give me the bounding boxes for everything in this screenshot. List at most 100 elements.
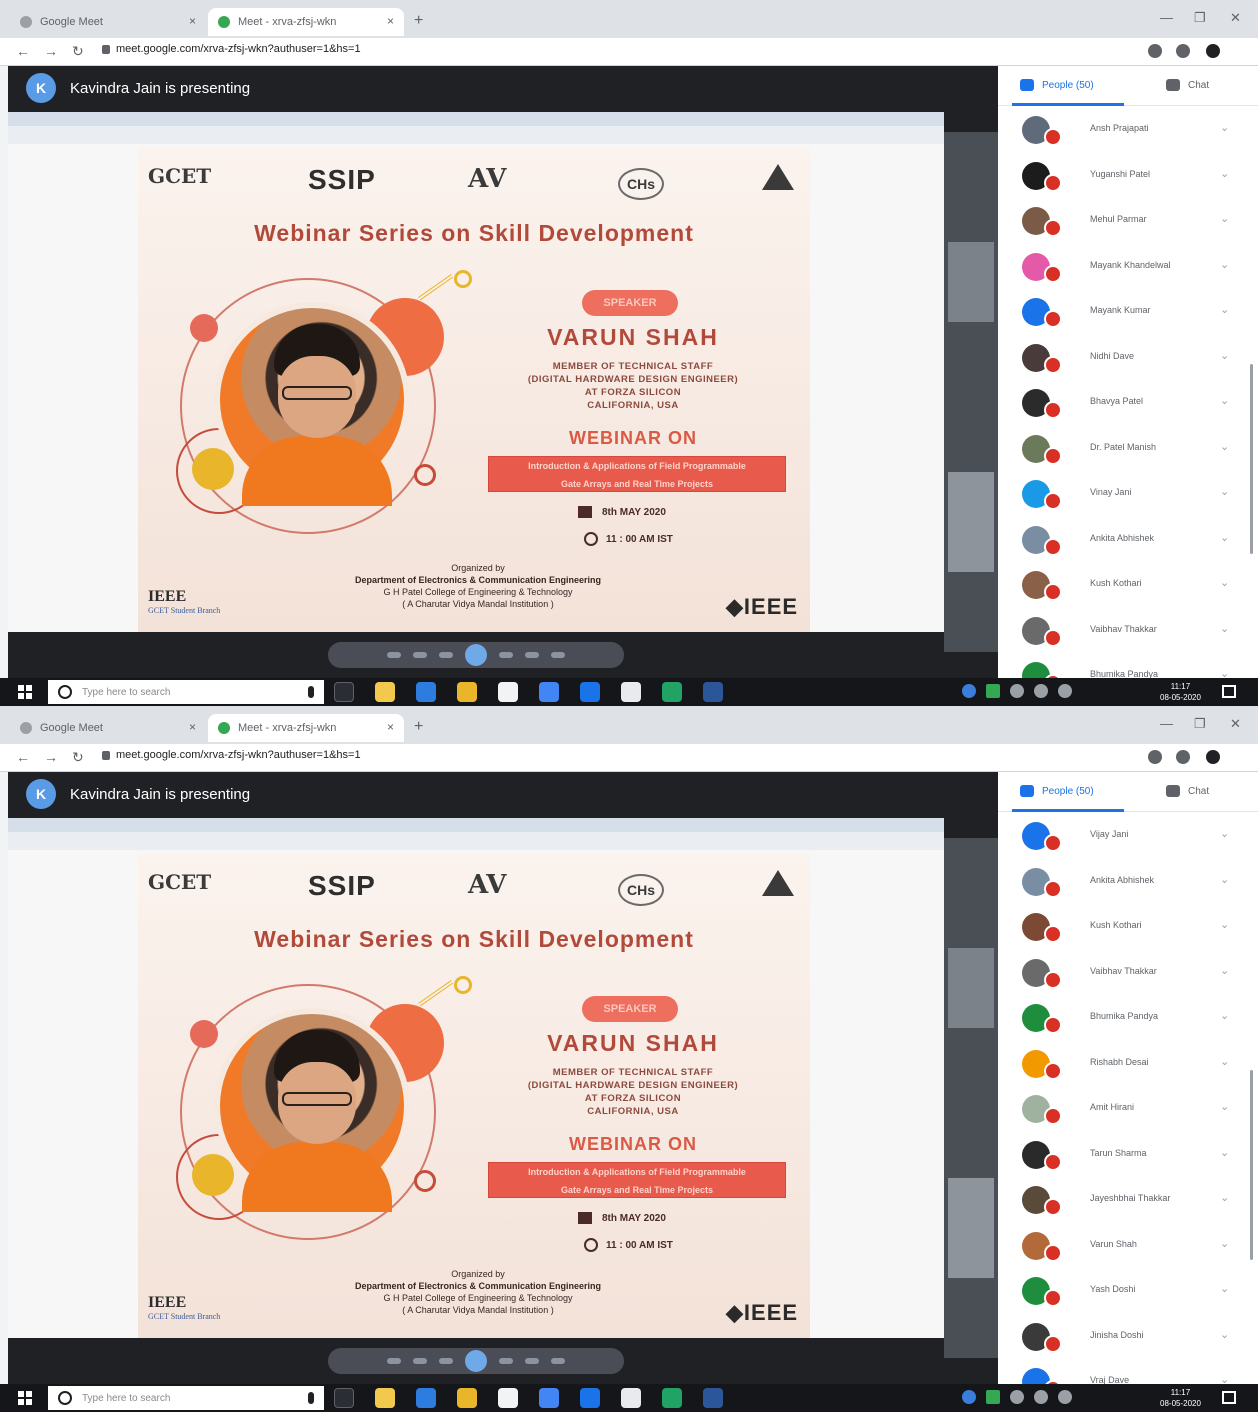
extension-icon[interactable] [1176,750,1190,764]
participant-menu-icon[interactable]: ⌄ [1220,121,1229,134]
meet-home-button[interactable] [465,644,487,666]
control-icon[interactable] [413,1358,427,1364]
photos-icon[interactable] [621,1388,641,1408]
extension-icon[interactable] [1148,750,1162,764]
participant-menu-icon[interactable]: ⌄ [1220,576,1229,589]
file-explorer-icon[interactable] [457,682,477,702]
meet-controls[interactable] [328,1348,624,1374]
tab-chat[interactable]: Chat [1166,785,1209,797]
close-icon[interactable]: × [387,14,394,28]
app-tray-icon[interactable] [986,684,1000,698]
tab-chat[interactable]: Chat [1166,79,1209,91]
reload-icon[interactable]: ↻ [72,749,84,766]
control-icon[interactable] [525,1358,539,1364]
participant-menu-icon[interactable]: ⌄ [1220,1328,1229,1341]
control-icon[interactable] [551,1358,565,1364]
back-icon[interactable]: ← [16,749,30,765]
word-icon[interactable] [703,682,723,702]
participant-menu-icon[interactable]: ⌄ [1220,440,1229,453]
participant-menu-icon[interactable]: ⌄ [1220,964,1229,977]
participant-row[interactable]: Mayank Khandelwal ⌄ [998,247,1258,293]
participant-row[interactable]: Vinay Jani ⌄ [998,474,1258,520]
taskbar-search[interactable]: Type here to search [48,1386,324,1410]
control-icon[interactable] [499,652,513,658]
participant-menu-icon[interactable]: ⌄ [1220,394,1229,407]
word-icon[interactable] [703,1388,723,1408]
excel-icon[interactable] [662,1388,682,1408]
participant-menu-icon[interactable]: ⌄ [1220,667,1229,678]
dropbox-icon[interactable] [539,682,559,702]
windows-start-icon[interactable] [18,1391,32,1405]
dropbox-icon[interactable] [539,1388,559,1408]
participant-row[interactable]: Kush Kothari ⌄ [998,565,1258,611]
profile-avatar[interactable] [1206,750,1220,764]
participant-menu-icon[interactable]: ⌄ [1220,1373,1229,1384]
participant-row[interactable]: Tarun Sharma ⌄ [998,1135,1258,1181]
taskbar-search[interactable]: Type here to search [48,680,324,704]
control-icon[interactable] [439,652,453,658]
participant-row[interactable]: Ankita Abhishek ⌄ [998,862,1258,908]
participant-row[interactable]: Varun Shah ⌄ [998,1226,1258,1272]
meet-tray-icon[interactable] [962,684,976,698]
reload-icon[interactable]: ↻ [72,43,84,60]
participant-row[interactable]: Dr. Patel Manish ⌄ [998,429,1258,475]
close-icon[interactable]: × [387,720,394,734]
control-icon[interactable] [551,652,565,658]
participant-row[interactable]: Vijay Jani ⌄ [998,816,1258,862]
participant-row[interactable]: Vaibhav Thakkar ⌄ [998,611,1258,657]
participant-row[interactable]: Nidhi Dave ⌄ [998,338,1258,384]
back-icon[interactable]: ← [16,43,30,59]
control-icon[interactable] [525,652,539,658]
restore-icon[interactable]: ❐ [1194,716,1206,732]
task-view-icon[interactable] [334,1388,354,1408]
participant-menu-icon[interactable]: ⌄ [1220,918,1229,931]
participant-menu-icon[interactable]: ⌄ [1220,1146,1229,1159]
participant-menu-icon[interactable]: ⌄ [1220,349,1229,362]
chrome-icon[interactable] [375,682,395,702]
participant-menu-icon[interactable]: ⌄ [1220,258,1229,271]
participant-row[interactable]: Mehul Parmar ⌄ [998,201,1258,247]
participant-row[interactable]: Kush Kothari ⌄ [998,907,1258,953]
participant-menu-icon[interactable]: ⌄ [1220,303,1229,316]
participant-menu-icon[interactable]: ⌄ [1220,1282,1229,1295]
participant-menu-icon[interactable]: ⌄ [1220,873,1229,886]
browser-tab[interactable]: Google Meet × [10,714,206,742]
volume-icon[interactable] [1034,684,1048,698]
mail-icon[interactable] [580,1388,600,1408]
edge-icon[interactable] [416,682,436,702]
control-icon[interactable] [387,652,401,658]
participant-menu-icon[interactable]: ⌄ [1220,1191,1229,1204]
participant-row[interactable]: Bhavya Patel ⌄ [998,383,1258,429]
new-tab-button[interactable]: + [414,718,423,736]
chrome-icon[interactable] [375,1388,395,1408]
participant-menu-icon[interactable]: ⌄ [1220,1100,1229,1113]
minimize-icon[interactable]: — [1160,716,1173,731]
close-window-icon[interactable]: ✕ [1230,716,1241,732]
task-view-icon[interactable] [334,682,354,702]
taskbar-clock[interactable]: 11:17 08-05-2020 [1160,1387,1201,1409]
scrollbar[interactable] [1250,1070,1253,1260]
control-icon[interactable] [387,1358,401,1364]
photos-icon[interactable] [621,682,641,702]
url-field[interactable]: meet.google.com/xrva-zfsj-wkn?authuser=1… [102,749,361,761]
participant-menu-icon[interactable]: ⌄ [1220,1055,1229,1068]
participant-row[interactable]: Yash Doshi ⌄ [998,1271,1258,1317]
extension-icon[interactable] [1148,44,1162,58]
control-icon[interactable] [413,652,427,658]
notifications-icon[interactable] [1222,685,1236,698]
participant-row[interactable]: Jayeshbhai Thakkar ⌄ [998,1180,1258,1226]
store-icon[interactable] [498,1388,518,1408]
minimize-icon[interactable]: — [1160,10,1173,25]
browser-tab-active[interactable]: Meet - xrva-zfsj-wkn × [208,8,404,36]
participant-menu-icon[interactable]: ⌄ [1220,167,1229,180]
network-icon[interactable] [1010,684,1024,698]
file-explorer-icon[interactable] [457,1388,477,1408]
profile-avatar[interactable] [1206,44,1220,58]
scrollbar[interactable] [1250,364,1253,554]
participant-menu-icon[interactable]: ⌄ [1220,622,1229,635]
tab-people[interactable]: People (50) [1020,79,1094,91]
close-icon[interactable]: × [189,14,196,28]
participant-row[interactable]: Bhumika Pandya ⌄ [998,998,1258,1044]
participant-menu-icon[interactable]: ⌄ [1220,827,1229,840]
participant-row[interactable]: Rishabh Desai ⌄ [998,1044,1258,1090]
